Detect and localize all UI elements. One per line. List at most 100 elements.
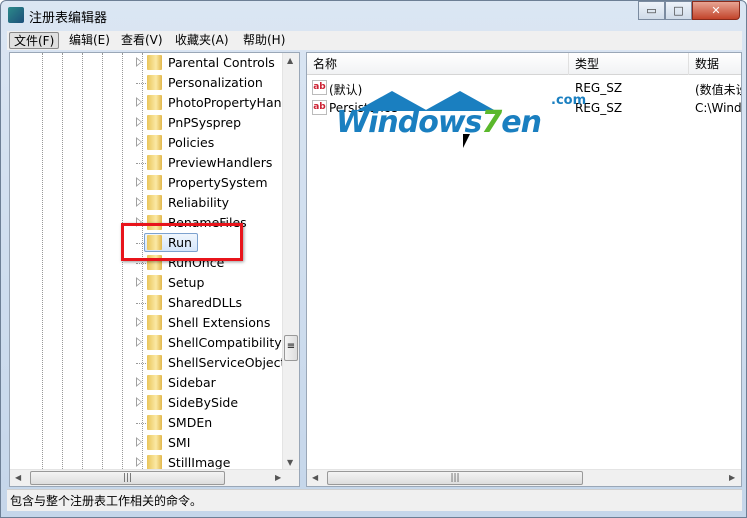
tree-connector [136,423,146,424]
menu-favorites[interactable]: 收藏夹(A) [171,32,233,49]
tree-item-label: Policies [168,135,215,150]
tree-item[interactable]: PhotoPropertyHand [10,93,289,113]
tree-item-label: ShellServiceObjectD [168,355,296,370]
tree-item-label: SharedDLLs [168,295,243,310]
expand-arrow-icon[interactable] [136,397,142,407]
expand-arrow-icon[interactable] [136,377,142,387]
expand-arrow-icon[interactable] [136,337,142,347]
close-button[interactable]: ✕ [692,1,740,20]
tree-item-label: Sidebar [168,375,216,390]
tree-item[interactable]: Personalization [10,73,285,93]
folder-icon [147,295,162,310]
expand-arrow-icon[interactable] [136,57,142,67]
folder-icon [147,155,162,170]
folder-icon [147,435,162,450]
tree-item[interactable]: SharedDLLs [10,293,285,313]
folder-icon [147,335,162,350]
registry-tree[interactable]: Parental Controls Personalization PhotoPro… [9,52,300,487]
column-data[interactable]: 数据 [689,53,741,75]
tree-item[interactable]: Reliability [10,193,285,213]
folder-icon [147,455,162,470]
tree-item-label: PhotoPropertyHand [168,95,290,110]
expand-arrow-icon[interactable] [136,97,142,107]
list-header: 名称 类型 数据 [307,53,741,75]
value-data: (数值未设 [695,83,741,97]
tree-item[interactable]: SMDEn [10,413,285,433]
expand-arrow-icon[interactable] [136,177,142,187]
menu-view[interactable]: 查看(V) [117,32,167,49]
maximize-button[interactable]: □ [665,1,692,20]
string-value-icon: ab [312,80,327,95]
value-name: Persistence [329,101,398,115]
menu-edit[interactable]: 编辑(E) [65,32,114,49]
tree-item[interactable]: Shell Extensions [10,313,285,333]
tree-connector [136,363,146,364]
value-row[interactable]: ab Persistence REG_SZ C:\Windo [307,98,741,118]
tree-item-label: Reliability [168,195,230,210]
expand-arrow-icon[interactable] [136,277,142,287]
expand-arrow-icon[interactable] [136,117,142,127]
tree-item[interactable]: Setup [10,273,285,293]
menu-bar: 文件(F) 编辑(E) 查看(V) 收藏夹(A) 帮助(H) [7,31,742,50]
registry-icon [8,7,24,23]
value-type: REG_SZ [575,81,623,95]
scroll-right-icon[interactable]: ▶ [275,473,281,482]
highlight-box [121,223,243,261]
folder-icon [147,95,162,110]
tree-item-label: Setup [168,275,205,290]
tree-item[interactable]: Sidebar [10,373,285,393]
tree-item[interactable]: PreviewHandlers [10,153,285,173]
tree-item[interactable]: ShellCompatibility [10,333,285,353]
expand-arrow-icon[interactable] [136,137,142,147]
menu-file[interactable]: 文件(F) [9,32,60,49]
tree-hscroll-thumb[interactable]: ||| [30,471,225,485]
tree-connector [136,83,146,84]
tree-item[interactable]: Policies [10,133,285,153]
value-type: REG_SZ [575,101,623,115]
tree-item[interactable]: PropertySystem [10,173,285,193]
tree-horizontal-scrollbar[interactable]: ◀ ||| ▶ [10,469,299,486]
tree-item[interactable]: SideBySide [10,393,285,413]
tree-item[interactable]: PnPSysprep [10,113,285,133]
tree-item[interactable]: SMI [10,433,285,453]
minimize-button[interactable]: ▭ [638,1,665,20]
scroll-up-icon[interactable]: ▲ [287,56,293,65]
expand-arrow-icon[interactable] [136,197,142,207]
tree-connector [136,303,146,304]
column-type[interactable]: 类型 [569,53,689,75]
registry-editor-window: 注册表编辑器 ▭ □ ✕ 文件(F) 编辑(E) 查看(V) 收藏夹(A) 帮助… [0,0,747,518]
scroll-left-icon[interactable]: ◀ [312,473,318,482]
tree-item-label: SMDEn [168,415,213,430]
tree-vertical-scrollbar[interactable]: ▲ ≡ ▼ [282,53,299,471]
folder-icon [147,275,162,290]
scroll-right-icon[interactable]: ▶ [729,473,735,482]
value-name: (默认) [329,83,363,97]
tree-item[interactable]: ShellServiceObjectD [10,353,295,373]
mouse-cursor-icon [463,134,470,148]
tree-connector [136,163,146,164]
folder-icon [147,135,162,150]
expand-arrow-icon[interactable] [136,457,142,467]
menu-help[interactable]: 帮助(H) [239,32,289,49]
scroll-left-icon[interactable]: ◀ [15,473,21,482]
tree-item-label: SMI [168,435,191,450]
tree-item-label: PnPSysprep [168,115,242,130]
values-hscroll-thumb[interactable]: ||| [327,471,583,485]
tree-item-label: ShellCompatibility [168,335,282,350]
values-horizontal-scrollbar[interactable]: ◀ ||| ▶ [307,469,741,486]
expand-arrow-icon[interactable] [136,437,142,447]
window-title: 注册表编辑器 [29,11,108,26]
expand-arrow-icon[interactable] [136,317,142,327]
scroll-down-icon[interactable]: ▼ [287,458,293,467]
values-list[interactable]: 名称 类型 数据 ab (默认) REG_SZ (数值未设 ab Persist… [306,52,742,487]
status-bar: 包含与整个注册表工作相关的命令。 [7,489,742,511]
folder-icon [147,175,162,190]
column-name[interactable]: 名称 [307,53,569,75]
folder-icon [147,115,162,130]
folder-icon [147,55,162,70]
tree-vscroll-thumb[interactable]: ≡ [284,335,298,361]
tree-item-label: StillImage [168,455,231,470]
value-row[interactable]: ab (默认) REG_SZ (数值未设 [307,78,741,98]
folder-icon [147,395,162,410]
tree-item[interactable]: Parental Controls [10,53,285,73]
